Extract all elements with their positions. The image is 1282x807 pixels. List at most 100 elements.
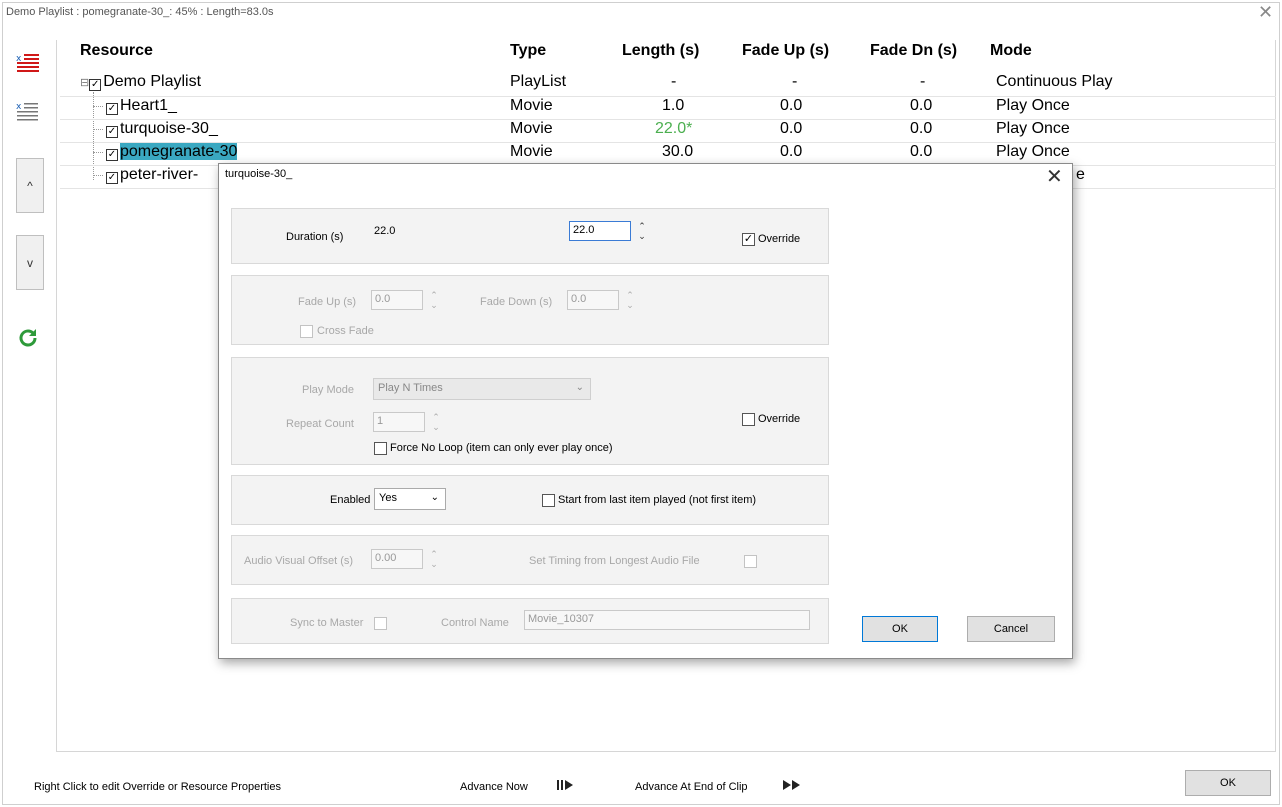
tree-connector bbox=[93, 129, 103, 130]
column-header-fade-up[interactable]: Fade Up (s) bbox=[742, 42, 829, 60]
mode-cell: Play Once bbox=[996, 143, 1070, 160]
duration-stepper[interactable]: ⌃ ⌄ bbox=[636, 221, 648, 243]
ok-button[interactable]: OK bbox=[862, 616, 938, 642]
type-cell: Movie bbox=[510, 143, 553, 160]
fade-down-stepper[interactable]: ⌃ ⌄ bbox=[624, 290, 636, 312]
collapse-icon[interactable]: ⊟ bbox=[80, 77, 89, 89]
move-up-button[interactable]: ^ bbox=[16, 158, 44, 213]
sync-to-master-checkbox[interactable] bbox=[374, 617, 387, 630]
resource-properties-dialog: turquoise-30_ ✕ Duration (s) 22.0 22.0 ⌃… bbox=[218, 163, 1073, 659]
fade-down-label: Fade Down (s) bbox=[480, 296, 553, 308]
cancel-button[interactable]: Cancel bbox=[967, 616, 1055, 642]
fade-up-stepper[interactable]: ⌃ ⌄ bbox=[428, 290, 440, 312]
override-duration-label: Override bbox=[758, 233, 801, 245]
column-header-fade-dn[interactable]: Fade Dn (s) bbox=[870, 42, 957, 60]
length-cell-override: 22.0* bbox=[655, 120, 693, 137]
repeat-count-input[interactable]: 1 bbox=[373, 412, 425, 432]
timing-longest-audio-checkbox[interactable] bbox=[744, 555, 757, 568]
row-checkbox[interactable]: ✓ bbox=[106, 126, 118, 138]
dialog-title: turquoise-30_ bbox=[225, 168, 293, 180]
start-from-last-checkbox[interactable] bbox=[542, 494, 555, 507]
av-offset-input[interactable]: 0.00 bbox=[371, 549, 423, 569]
column-header-resource[interactable]: Resource bbox=[80, 42, 153, 60]
refresh-icon[interactable] bbox=[16, 326, 40, 350]
duration-original-value: 22.0 bbox=[374, 225, 396, 237]
row-checkbox[interactable]: ✓ bbox=[106, 149, 118, 161]
tree-connector bbox=[93, 152, 103, 153]
play-mode-group: Play Mode Play N Times ⌄ Repeat Count 1 ⌃… bbox=[231, 357, 829, 465]
column-header-mode[interactable]: Mode bbox=[990, 42, 1032, 60]
fade-dn-cell: 0.0 bbox=[910, 120, 933, 137]
advance-end-label: Advance At End of Clip bbox=[635, 781, 748, 793]
type-cell: Movie bbox=[510, 97, 553, 114]
fade-up-cell: 0.0 bbox=[780, 120, 803, 137]
mode-cell: e bbox=[1076, 166, 1085, 183]
length-cell: 1.0 bbox=[662, 97, 685, 114]
control-name-label: Control Name bbox=[441, 617, 509, 629]
chevron-down-icon: ⌄ bbox=[575, 382, 584, 393]
force-no-loop-checkbox[interactable] bbox=[374, 442, 387, 455]
row-checkbox[interactable]: ✓ bbox=[89, 79, 102, 91]
mode-cell: Play Once bbox=[996, 120, 1070, 137]
move-down-button[interactable]: v bbox=[16, 235, 44, 290]
chevron-down-icon: ⌄ bbox=[430, 492, 439, 503]
duration-group: Duration (s) 22.0 22.0 ⌃ ⌄ ✓ Override bbox=[231, 208, 829, 264]
mode-cell: Play Once bbox=[996, 97, 1070, 114]
window-close-button[interactable]: ✕ bbox=[1258, 2, 1273, 23]
force-no-loop-label: Force No Loop (item can only ever play o… bbox=[390, 442, 613, 454]
tree-connector bbox=[93, 175, 103, 176]
override-duration-checkbox[interactable]: ✓ bbox=[742, 233, 755, 246]
override-play-mode-checkbox[interactable] bbox=[742, 413, 755, 426]
fast-forward-icon[interactable] bbox=[782, 779, 802, 794]
av-offset-label: Audio Visual Offset (s) bbox=[244, 555, 354, 567]
control-name-input[interactable]: Movie_10307 bbox=[524, 610, 810, 630]
status-hint: Right Click to edit Override or Resource… bbox=[34, 781, 281, 793]
window-title: Demo Playlist : pomegranate-30_: 45% : L… bbox=[6, 6, 274, 18]
advance-now-icon[interactable] bbox=[556, 779, 574, 794]
tree-connector bbox=[93, 106, 103, 107]
delete-all-icon[interactable]: x bbox=[16, 52, 40, 76]
main-ok-button[interactable]: OK bbox=[1185, 770, 1271, 796]
duration-input[interactable]: 22.0 bbox=[569, 221, 631, 241]
dialog-close-button[interactable]: ✕ bbox=[1046, 164, 1063, 189]
table-row[interactable]: ✓ Heart1_ bbox=[106, 97, 177, 115]
fade-down-input[interactable]: 0.0 bbox=[567, 290, 619, 310]
fade-up-label: Fade Up (s) bbox=[298, 296, 357, 308]
enabled-group: Enabled Yes ⌄ Start from last item played… bbox=[231, 475, 829, 525]
sync-group: Sync to Master Control Name Movie_10307 bbox=[231, 598, 829, 644]
av-offset-stepper[interactable]: ⌃ ⌄ bbox=[428, 549, 440, 571]
mode-cell: Continuous Play bbox=[996, 73, 1113, 90]
length-cell: - bbox=[671, 73, 677, 90]
enabled-label: Enabled bbox=[330, 494, 371, 506]
table-row-selected[interactable]: ✓ pomegranate-30 bbox=[106, 143, 238, 161]
row-checkbox[interactable]: ✓ bbox=[106, 103, 118, 115]
column-header-length[interactable]: Length (s) bbox=[622, 42, 699, 60]
fade-dn-cell: 0.0 bbox=[910, 97, 933, 114]
fade-up-input[interactable]: 0.0 bbox=[371, 290, 423, 310]
fade-up-cell: - bbox=[792, 73, 798, 90]
delete-item-icon[interactable]: x bbox=[16, 100, 40, 124]
row-checkbox[interactable]: ✓ bbox=[106, 172, 118, 184]
enabled-select[interactable]: Yes ⌄ bbox=[374, 488, 446, 510]
length-cell: 30.0 bbox=[662, 143, 694, 160]
fade-up-cell: 0.0 bbox=[780, 143, 803, 160]
table-row[interactable]: ✓ peter-river- bbox=[106, 166, 198, 184]
start-from-last-label: Start from last item played (not first i… bbox=[558, 494, 757, 506]
column-header-type[interactable]: Type bbox=[510, 42, 546, 60]
table-row[interactable]: ⊟ ✓ Demo Playlist bbox=[80, 73, 201, 91]
play-mode-select[interactable]: Play N Times ⌄ bbox=[373, 378, 591, 400]
sync-to-master-label: Sync to Master bbox=[290, 617, 364, 629]
timing-longest-audio-label: Set Timing from Longest Audio File bbox=[529, 555, 700, 567]
repeat-count-stepper[interactable]: ⌃ ⌄ bbox=[430, 412, 442, 434]
type-cell: Movie bbox=[510, 120, 553, 137]
duration-label: Duration (s) bbox=[286, 231, 344, 243]
svg-text:x: x bbox=[16, 102, 22, 112]
fade-up-cell: 0.0 bbox=[780, 97, 803, 114]
fade-group: Fade Up (s) 0.0 ⌃ ⌄ Fade Down (s) 0.0 ⌃ ⌄ … bbox=[231, 275, 829, 345]
type-cell: PlayList bbox=[510, 73, 567, 90]
play-mode-label: Play Mode bbox=[302, 384, 354, 396]
cross-fade-checkbox[interactable] bbox=[300, 325, 313, 338]
fade-dn-cell: 0.0 bbox=[910, 143, 933, 160]
table-row[interactable]: ✓ turquoise-30_ bbox=[106, 120, 218, 138]
fade-dn-cell: - bbox=[920, 73, 926, 90]
